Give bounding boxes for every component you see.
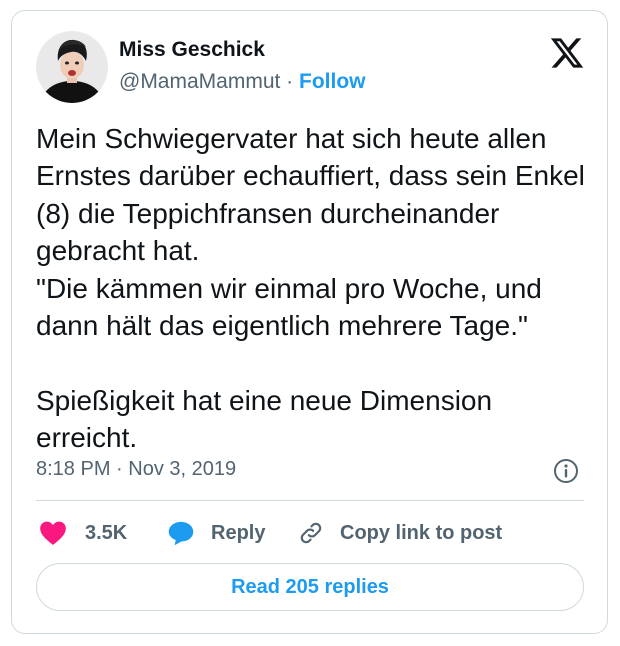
handle[interactable]: @MamaMammut — [119, 70, 280, 93]
speech-bubble-icon — [168, 521, 194, 546]
tweet-text: Mein Schwiegervater hat sich heute allen… — [36, 123, 585, 454]
handle-line: @MamaMammut · Follow — [119, 70, 366, 94]
avatar-image — [36, 31, 108, 103]
divider — [36, 500, 584, 501]
link-icon — [300, 522, 322, 544]
like-button[interactable]: 3.5K — [39, 513, 127, 553]
like-count: 3.5K — [85, 521, 128, 544]
copy-link-button[interactable]: Copy link to post — [298, 513, 502, 553]
copy-link-label: Copy link to post — [340, 521, 503, 544]
read-replies-label: Read 205 replies — [231, 575, 389, 598]
reply-label: Reply — [211, 521, 266, 544]
read-replies-button[interactable]: Read 205 replies — [36, 563, 584, 611]
timestamp[interactable]: 8:18 PM · Nov 3, 2019 — [36, 458, 236, 481]
follow-button[interactable]: Follow — [299, 70, 366, 93]
x-logo-icon[interactable] — [549, 35, 585, 71]
tweet-card: Miss Geschick @MamaMammut · Follow Mein … — [11, 10, 608, 634]
info-icon[interactable] — [553, 458, 579, 484]
separator: · — [280, 70, 300, 93]
display-name[interactable]: Miss Geschick — [119, 38, 265, 62]
reply-button[interactable]: Reply — [167, 513, 265, 553]
heart-icon — [40, 521, 66, 545]
avatar[interactable] — [36, 31, 108, 103]
